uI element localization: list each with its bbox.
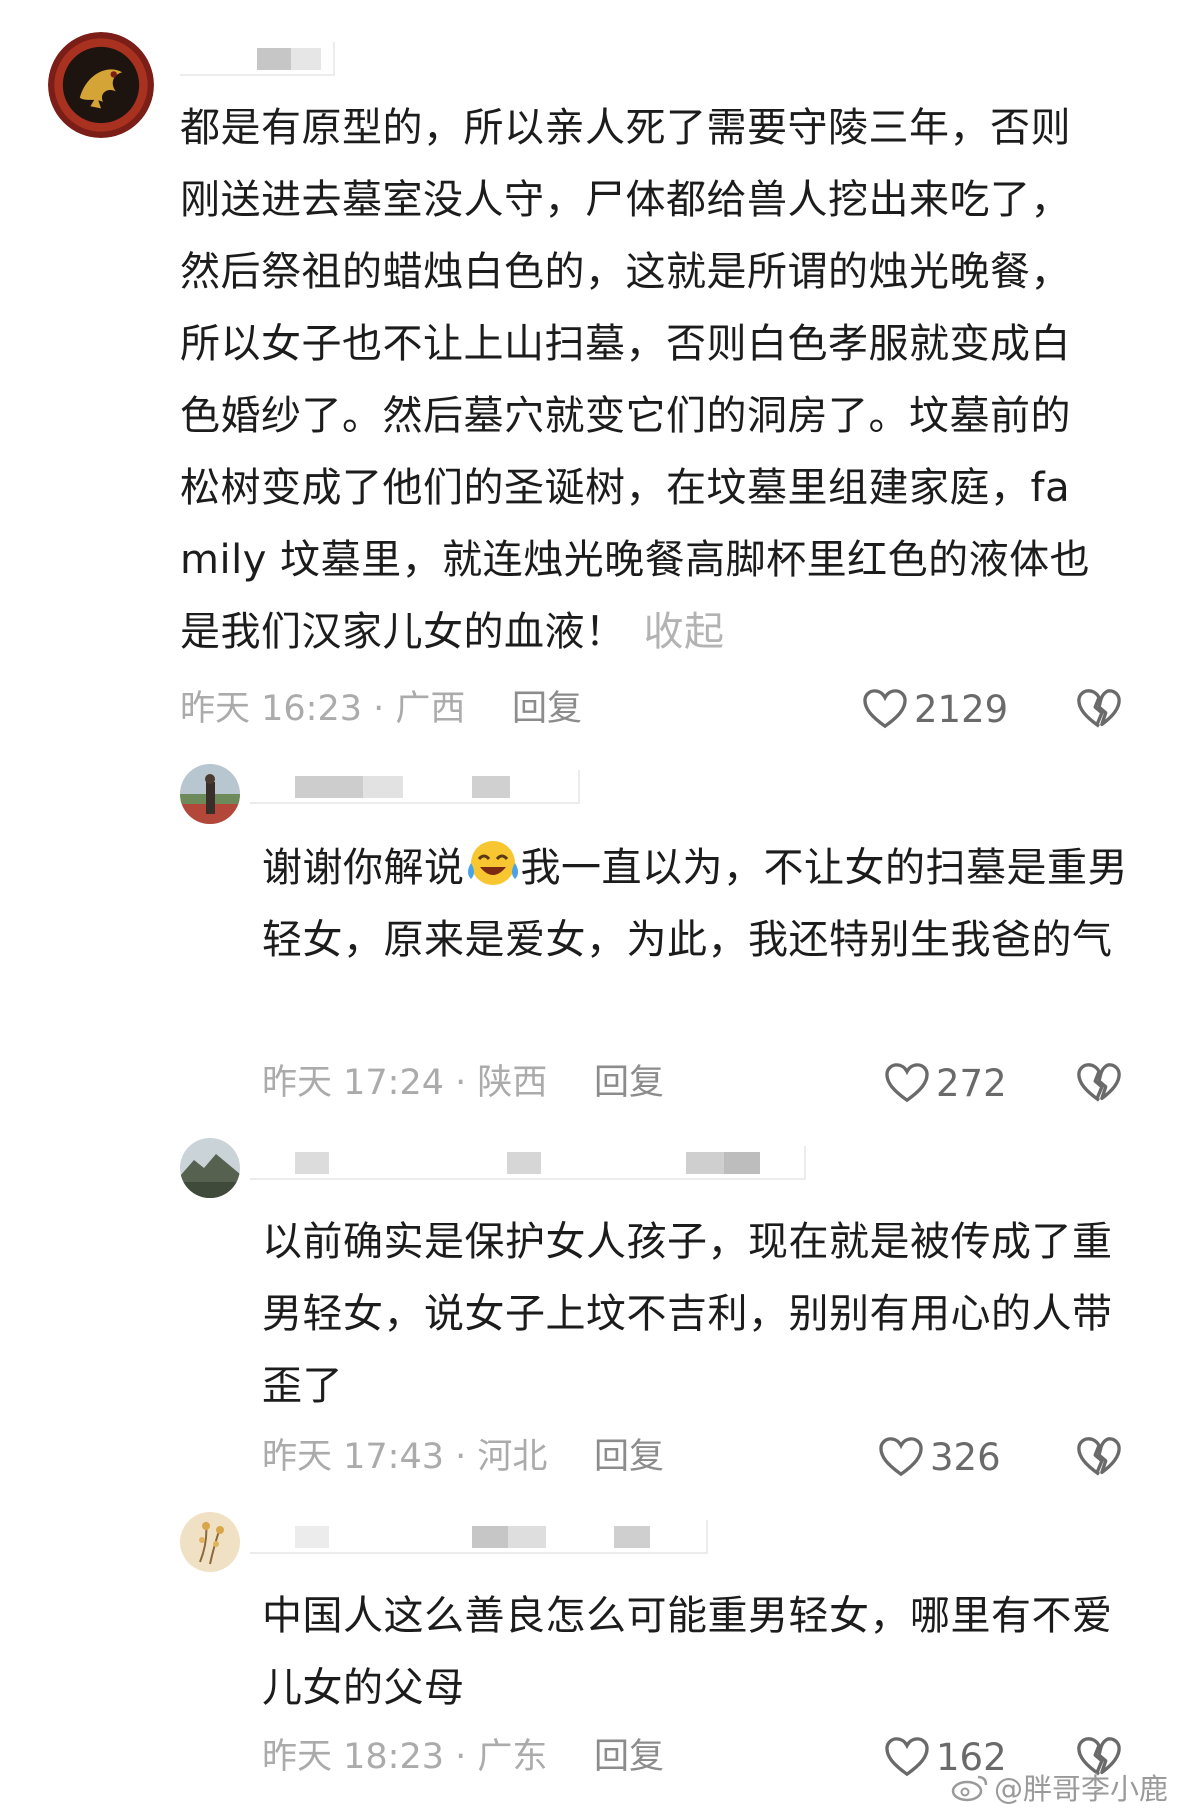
- like-count: 326: [930, 1435, 1001, 1479]
- collapse-link[interactable]: 收起: [644, 609, 725, 655]
- like-button[interactable]: 2129: [862, 684, 1008, 734]
- dislike-button[interactable]: [1076, 1434, 1122, 1480]
- avatar[interactable]: [180, 764, 240, 824]
- like-count: 2129: [914, 687, 1009, 731]
- like-button[interactable]: 326: [878, 1432, 1001, 1482]
- comment-meta: 昨天 17:43 · 河北: [262, 1437, 548, 1477]
- heart-icon: [885, 1063, 929, 1103]
- comment-text: 都是有原型的，所以亲人死了需要守陵三年，否则刚送进去墓室没人守，尸体都给兽人挖出…: [180, 105, 1091, 655]
- dislike-button[interactable]: [1076, 1060, 1122, 1106]
- dislike-button[interactable]: [1076, 686, 1122, 732]
- comment-meta: 昨天 18:23 · 广东: [262, 1737, 548, 1777]
- heart-icon: [863, 689, 907, 729]
- heart-icon: [885, 1737, 929, 1777]
- floral-painting-icon: [180, 1512, 240, 1572]
- broken-heart-icon: [1077, 1437, 1121, 1476]
- person-field-photo-icon: [180, 764, 240, 824]
- like-button[interactable]: 272: [884, 1058, 1007, 1108]
- comment-meta: 昨天 17:24 · 陕西: [262, 1063, 548, 1103]
- avatar[interactable]: [48, 32, 154, 138]
- comment-text: 以前确实是保护女人孩子，现在就是被传成了重男轻女，说女子上坟不吉利，别别有用心的…: [262, 1219, 1113, 1409]
- username-redacted: [250, 770, 580, 804]
- broken-heart-icon: [1077, 1063, 1121, 1102]
- comment-meta: 昨天 16:23 · 广西: [180, 689, 466, 729]
- comment-text: 中国人这么善良怎么可能重男轻女，哪里有不爱儿女的父母: [262, 1593, 1113, 1711]
- avatar[interactable]: [180, 1138, 240, 1198]
- username-redacted: [250, 1520, 708, 1554]
- username-redacted: [180, 42, 335, 76]
- avatar[interactable]: [180, 1512, 240, 1572]
- reply-button[interactable]: 回复: [594, 1732, 664, 1782]
- broken-heart-icon: [1077, 689, 1121, 728]
- reply-button[interactable]: 回复: [594, 1432, 664, 1482]
- comment-text: 谢谢你解说 我一直以为，不让女的扫墓是重男轻女，原来是爱女，为此，我还特别生我爸…: [262, 832, 1132, 976]
- weibo-logo-icon: [951, 1775, 988, 1802]
- weibo-watermark: @胖哥李小鹿: [950, 1766, 1168, 1808]
- dragon-emblem-icon: [48, 32, 154, 138]
- laughing-tears-emoji: [467, 841, 518, 885]
- mountain-landscape-icon: [180, 1138, 240, 1198]
- username-redacted: [250, 1146, 806, 1180]
- reply-button[interactable]: 回复: [594, 1058, 664, 1108]
- like-count: 272: [936, 1061, 1007, 1105]
- heart-icon: [879, 1437, 923, 1477]
- reply-button[interactable]: 回复: [512, 684, 582, 734]
